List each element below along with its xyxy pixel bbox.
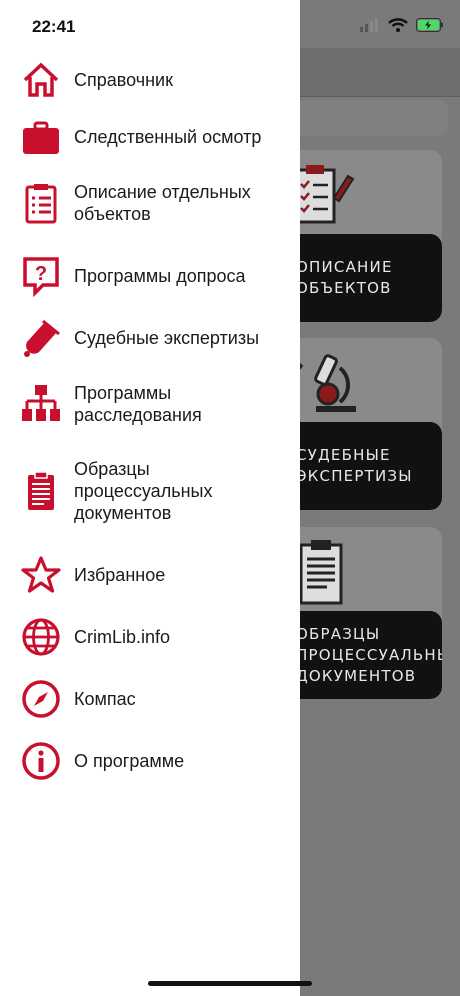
menu-item-investigative-inspection[interactable]: Следственный осмотр <box>0 112 300 162</box>
test-tube-icon <box>20 317 62 359</box>
menu-item-favorites[interactable]: Избранное <box>0 552 300 598</box>
home-indicator[interactable] <box>148 981 312 986</box>
menu-item-document-templates[interactable]: Образцы процессуальных документов <box>0 450 300 532</box>
menu-item-investigation-programs[interactable]: Программы расследования <box>0 374 300 434</box>
compass-icon <box>20 678 62 720</box>
wifi-icon <box>388 18 408 37</box>
menu-item-object-description[interactable]: Описание отдельных объектов <box>0 174 300 232</box>
document-clipboard-icon <box>20 470 62 512</box>
status-time: 22:41 <box>32 17 76 36</box>
navigation-drawer: Справочник Следственный осмотр Описание … <box>0 0 300 996</box>
question-bubble-icon: ? <box>20 255 62 297</box>
home-icon <box>20 59 62 101</box>
status-icons <box>360 18 444 37</box>
briefcase-icon <box>20 116 62 158</box>
menu-item-handbook[interactable]: Справочник <box>0 54 300 106</box>
menu-item-interrogation-programs[interactable]: ? Программы допроса <box>0 252 300 300</box>
battery-icon <box>416 18 444 37</box>
clipboard-list-icon <box>20 182 62 224</box>
signal-icon <box>360 18 380 37</box>
menu-item-crimlib[interactable]: CrimLib.info <box>0 614 300 660</box>
svg-text:?: ? <box>35 263 47 285</box>
menu-item-compass[interactable]: Компас <box>0 676 300 722</box>
globe-icon <box>20 616 62 658</box>
menu-item-about[interactable]: О программе <box>0 738 300 784</box>
menu-item-forensic-examinations[interactable]: Судебные экспертизы <box>0 314 300 362</box>
star-icon <box>20 554 62 596</box>
org-chart-icon <box>20 383 62 425</box>
info-icon <box>20 740 62 782</box>
